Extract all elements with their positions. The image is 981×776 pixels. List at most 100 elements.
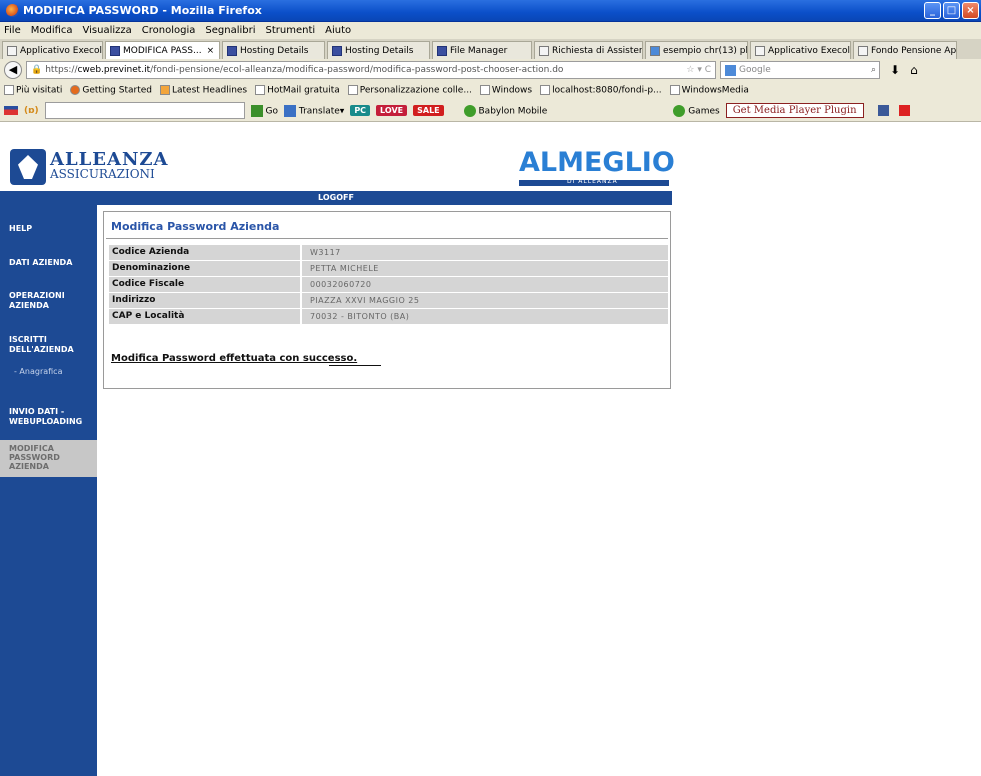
menu-aiuto[interactable]: Aiuto — [325, 25, 351, 36]
almeglio-sub: DI ALLEANZA — [567, 178, 618, 185]
bookmark-personalizzazione[interactable]: Personalizzazione colle... — [347, 85, 472, 96]
bookmark-getting-started[interactable]: Getting Started — [70, 85, 152, 96]
addon-icon[interactable]: (ɒ) — [24, 106, 39, 116]
games-icon — [673, 104, 686, 117]
site-icon — [110, 45, 120, 56]
sidebar-item-help[interactable]: Help — [0, 224, 97, 234]
tab-file-manager[interactable]: File Manager — [432, 41, 532, 59]
window-title: MODIFICA PASSWORD - Mozilla Firefox — [23, 4, 262, 17]
maximize-button[interactable]: □ — [943, 2, 960, 19]
row-label: CAP e Località — [109, 309, 300, 324]
flag-icon[interactable] — [4, 106, 18, 115]
site-icon — [332, 45, 342, 56]
facebook-icon[interactable] — [877, 105, 889, 116]
bookmark-icon — [4, 85, 14, 96]
back-button[interactable]: ◀ — [4, 61, 22, 79]
site-icon — [437, 45, 447, 56]
bookmarks-bar: Più visitati Getting Started Latest Head… — [0, 81, 981, 100]
bookmark-latest-headlines[interactable]: Latest Headlines — [159, 85, 247, 96]
minimize-button[interactable]: _ — [924, 2, 941, 19]
table-row: Denominazione PETTA MICHELE — [109, 261, 668, 276]
star-icon[interactable]: ☆ ▾ C — [686, 65, 711, 75]
bookmark-localhost[interactable]: localhost:8080/fondi-p... — [540, 85, 662, 96]
window-titlebar: MODIFICA PASSWORD - Mozilla Firefox _ □ … — [0, 0, 981, 22]
page-icon — [858, 45, 868, 56]
site-icon — [227, 45, 237, 56]
home-icon[interactable]: ⌂ — [910, 63, 918, 77]
tab-fondo-pensione[interactable]: Fondo Pensione Ape... — [853, 41, 957, 59]
menu-segnalibri[interactable]: Segnalibri — [205, 25, 255, 36]
page-icon — [347, 85, 358, 96]
tab-applicativo-execol-2[interactable]: Applicativo Execol - ... — [750, 41, 851, 59]
menu-file[interactable]: File — [4, 25, 21, 36]
menu-modifica[interactable]: Modifica — [31, 25, 73, 36]
tab-applicativo-execol[interactable]: Applicativo Execol - ... — [2, 41, 103, 59]
translate-button[interactable]: Translate▾ — [284, 104, 344, 117]
row-value: 70032 - BITONTO (BA) — [302, 309, 668, 324]
bookmark-hotmail[interactable]: HotMail gratuita — [255, 85, 340, 96]
babylon-icon — [463, 104, 476, 117]
row-label: Codice Fiscale — [109, 277, 300, 292]
firefox-icon — [70, 85, 81, 96]
sidebar-item-anagrafica[interactable]: - Anagrafica — [14, 367, 62, 376]
menu-visualizza[interactable]: Visualizza — [83, 25, 132, 36]
close-window-button[interactable]: × — [962, 2, 979, 19]
page-icon — [755, 45, 765, 56]
menu-cronologia[interactable]: Cronologia — [142, 25, 196, 36]
youtube-icon[interactable] — [898, 105, 910, 116]
tab-hosting-details-1[interactable]: Hosting Details — [222, 41, 325, 59]
toolbar-search-input[interactable] — [44, 102, 245, 119]
address-bar[interactable]: 🔒 https://cweb.previnet.it/fondi-pension… — [26, 61, 716, 79]
success-underline — [329, 365, 381, 366]
page-icon — [255, 85, 266, 96]
table-row: CAP e Località 70032 - BITONTO (BA) — [109, 309, 668, 324]
close-tab-icon[interactable]: × — [207, 46, 215, 56]
panel-title: Modifica Password Azienda — [111, 220, 280, 233]
love-badge[interactable]: LOVE — [376, 105, 408, 116]
menu-strumenti[interactable]: Strumenti — [266, 25, 316, 36]
tab-hosting-details-2[interactable]: Hosting Details — [327, 41, 430, 59]
menu-bar: File Modifica Visualizza Cronologia Segn… — [0, 22, 981, 39]
row-label: Codice Azienda — [109, 245, 300, 260]
search-icon[interactable]: ⌕ — [871, 65, 876, 75]
bookmark-windows[interactable]: Windows — [479, 85, 532, 96]
row-value: 00032060720 — [302, 277, 668, 292]
logoff-link[interactable]: Logoff — [0, 191, 672, 205]
sidebar-item-iscritti[interactable]: Iscritti dell'Azienda — [0, 335, 97, 355]
bookmark-piu-visitati[interactable]: Più visitati — [4, 85, 62, 96]
games-button[interactable]: Games — [673, 104, 720, 117]
translate-icon — [284, 104, 297, 117]
firefox-icon — [6, 4, 19, 17]
sidebar-item-dati-azienda[interactable]: Dati Azienda — [0, 258, 97, 268]
search-input[interactable]: Google ⌕ — [720, 61, 880, 79]
go-button[interactable]: Go — [250, 104, 278, 117]
bookmark-windowsmedia[interactable]: WindowsMedia — [669, 85, 749, 96]
alleanza-logo: ALLEANZA ASSICURAZIONI — [10, 149, 169, 185]
media-player-plugin-button[interactable]: Get Media Player Plugin — [725, 103, 864, 118]
almeglio-logo: ALMEGLIO DI ALLEANZA — [519, 147, 675, 191]
row-value: PIAZZA XXVI MAGGIO 25 — [302, 293, 668, 308]
row-label: Indirizzo — [109, 293, 300, 308]
almeglio-text: ALMEGLIO — [519, 147, 675, 178]
download-icon[interactable]: ⬇ — [890, 63, 900, 77]
tab-modifica-password[interactable]: MODIFICA PASS... × — [105, 41, 220, 59]
google-icon — [725, 64, 736, 76]
page-content: ALLEANZA ASSICURAZIONI ALMEGLIO DI ALLEA… — [0, 123, 981, 776]
babylon-button[interactable]: Babylon Mobile — [463, 104, 547, 117]
pc-badge[interactable]: PC — [350, 105, 371, 116]
sidebar-item-operazioni-azienda[interactable]: Operazioni Azienda — [0, 291, 97, 311]
table-row: Indirizzo PIAZZA XXVI MAGGIO 25 — [109, 293, 668, 308]
sale-badge[interactable]: SALE — [413, 105, 444, 116]
tab-esempio-chr[interactable]: esempio chr(13) php... — [645, 41, 748, 59]
brand-line2: ASSICURAZIONI — [50, 167, 155, 181]
window-controls: _ □ × — [924, 2, 979, 19]
sidebar-item-modifica-password[interactable]: Modifica Password Azienda — [0, 440, 97, 477]
sidebar-item-invio-dati[interactable]: Invio Dati - WebUploading — [0, 407, 97, 427]
tab-richiesta-assistenza[interactable]: Richiesta di Assistenza — [534, 41, 643, 59]
go-icon — [250, 104, 263, 117]
table-row: Codice Fiscale 00032060720 — [109, 277, 668, 292]
brand-line1: ALLEANZA — [50, 149, 169, 170]
row-value: PETTA MICHELE — [302, 261, 668, 276]
table-row: Codice Azienda W3117 — [109, 245, 668, 260]
alleanza-emblem-icon — [10, 149, 46, 185]
